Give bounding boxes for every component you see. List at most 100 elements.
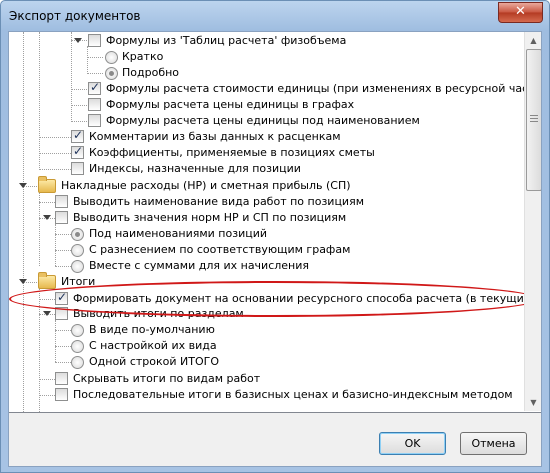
tree-item-label: Под наименованиями позиций [89, 227, 268, 240]
title-bar: Экспорт документов ✕ [1, 1, 549, 31]
checkbox[interactable] [55, 211, 68, 224]
tree-item-label: Накладные расходы (НР) и сметная прибыль… [61, 179, 351, 192]
checkbox[interactable] [55, 388, 68, 401]
checkbox[interactable] [71, 162, 84, 175]
check-mark-icon: ✓ [73, 128, 84, 142]
radio-button[interactable] [71, 244, 84, 257]
tree-line [55, 362, 71, 363]
radio-button[interactable] [71, 324, 84, 337]
tree-item-label: Коэффициенты, применяемые в позициях сме… [89, 146, 375, 159]
tree-item-label: Выводить значения норм НР и СП по позици… [73, 211, 347, 224]
tree-item[interactable]: Выводить значения норм НР и СП по позици… [9, 210, 524, 226]
tree-item[interactable]: В виде по-умолчанию [9, 322, 524, 338]
tree-item[interactable]: Последовательные итоги в базисных ценах … [9, 387, 524, 403]
tree-item[interactable]: С настройкой их вида [9, 338, 524, 354]
tree-item-label: Комментарии из базы данных к расценкам [89, 130, 341, 143]
tree-item[interactable]: ✓ Коэффициенты, применяемые в позициях с… [9, 144, 524, 161]
tree-item[interactable]: ✓ Формировать документ на основании ресу… [9, 290, 541, 307]
tree-line [39, 379, 55, 380]
tree-item-label: Одной строкой ИТОГО [89, 355, 219, 368]
tree-line [55, 266, 71, 267]
tree-line [71, 105, 87, 106]
tree-item-label: Итоги [61, 275, 96, 288]
ok-button[interactable]: OK [379, 432, 446, 455]
tree-item[interactable]: Кратко [9, 49, 524, 65]
vertical-scrollbar[interactable]: ▲ ▼ [524, 32, 541, 411]
checkbox[interactable]: ✓ [71, 128, 84, 143]
checkbox[interactable] [55, 195, 68, 208]
tree-item[interactable]: Формулы из 'Таблиц расчета' физобъема [9, 33, 524, 49]
tree-item-label: В виде по-умолчанию [89, 323, 215, 336]
tree-line [87, 57, 103, 58]
options-tree[interactable]: Формулы из 'Таблиц расчета' физобъема Кр… [9, 32, 541, 413]
folder-icon [38, 176, 56, 193]
tree-line [39, 137, 71, 138]
tree-item-label: Формулы из 'Таблиц расчета' физобъема [106, 34, 347, 47]
checkbox[interactable] [88, 98, 101, 111]
checkbox[interactable]: ✓ [71, 144, 84, 159]
expand-arrow-icon[interactable] [43, 311, 51, 316]
tree-line [71, 121, 87, 122]
check-mark-icon: ✓ [73, 144, 84, 158]
grip-line [530, 118, 538, 119]
tree-item-label: Кратко [122, 50, 164, 63]
export-documents-dialog: Экспорт документов ✕ Формулы из 'Таблиц … [0, 0, 550, 473]
tree-item-label: Подробно [122, 66, 180, 79]
close-button[interactable]: ✕ [498, 2, 543, 23]
check-mark-icon: ✓ [90, 80, 101, 94]
tree-line [55, 330, 71, 331]
scroll-up-icon[interactable]: ▲ [525, 32, 541, 49]
expand-arrow-icon[interactable] [19, 183, 27, 188]
tree-item-label: Формулы расчета цены единицы в графах [106, 98, 355, 111]
radio-button[interactable] [71, 340, 84, 353]
tree-item-label: Формулы расчета стоимости единицы (при и… [106, 82, 541, 95]
tree-folder[interactable]: Итоги [9, 272, 524, 290]
scrollbar-thumb[interactable] [526, 49, 541, 191]
radio-button[interactable] [105, 51, 118, 64]
tree-item[interactable]: ✓ Формулы расчета стоимости единицы (при… [9, 80, 541, 97]
cancel-button[interactable]: Отмена [460, 432, 527, 455]
tree-item[interactable]: Формулы расчета цены единицы под наимено… [9, 113, 524, 129]
tree-item[interactable]: Формулы расчета цены единицы в графах [9, 97, 524, 113]
tree-item[interactable]: Вместе с суммами для их начисления [9, 258, 524, 274]
checkbox[interactable] [88, 34, 101, 47]
tree-item-label: Формулы расчета цены единицы под наимено… [106, 114, 420, 127]
scroll-down-icon[interactable]: ▼ [525, 394, 541, 411]
checkbox[interactable]: ✓ [55, 290, 68, 305]
radio-dot [109, 71, 114, 76]
expand-arrow-icon[interactable] [74, 38, 82, 43]
expand-arrow-icon[interactable] [19, 279, 27, 284]
tree-item[interactable]: Одной строкой ИТОГО [9, 354, 524, 370]
tree-line [55, 250, 71, 251]
tree-folder[interactable]: Накладные расходы (НР) и сметная прибыль… [9, 176, 524, 194]
window-title: Экспорт документов [9, 9, 141, 23]
tree-item-label: С разнесением по соответствующим графам [89, 243, 351, 256]
expand-arrow-icon[interactable] [43, 215, 51, 220]
tree-item-label: Скрывать итоги по видам работ [73, 372, 261, 385]
tree-line [39, 202, 55, 203]
checkbox[interactable]: ✓ [88, 80, 101, 95]
tree-item[interactable]: ✓ Комментарии из базы данных к расценкам [9, 128, 524, 145]
tree-item[interactable]: Скрывать итоги по видам работ [9, 371, 524, 387]
tree-item[interactable]: С разнесением по соответствующим графам [9, 242, 524, 258]
tree-line [39, 153, 71, 154]
radio-button[interactable] [105, 67, 118, 80]
tree-item[interactable]: Выводить итоги по разделам [9, 306, 524, 322]
checkbox[interactable] [55, 372, 68, 385]
tree-item[interactable]: Выводить наименование вида работ по пози… [9, 194, 524, 210]
checkbox[interactable] [55, 307, 68, 320]
tree-line [39, 169, 71, 170]
radio-button[interactable] [71, 260, 84, 273]
tree-item-label: Выводить наименование вида работ по пози… [73, 195, 364, 208]
tree-item[interactable]: Индексы, назначенные для позиции [9, 161, 524, 177]
radio-button[interactable] [71, 228, 84, 241]
tree-item[interactable]: Подробно [9, 65, 524, 81]
tree-item-label: С настройкой их вида [89, 339, 217, 352]
tree-item-label: Выводить итоги по разделам [73, 307, 244, 320]
tree-line [71, 89, 87, 90]
checkbox[interactable] [88, 114, 101, 127]
tree-item-label: Формировать документ на основании ресурс… [73, 292, 541, 305]
radio-button[interactable] [71, 356, 84, 369]
tree-item[interactable]: Под наименованиями позиций [9, 226, 524, 242]
grip-line [530, 121, 538, 122]
